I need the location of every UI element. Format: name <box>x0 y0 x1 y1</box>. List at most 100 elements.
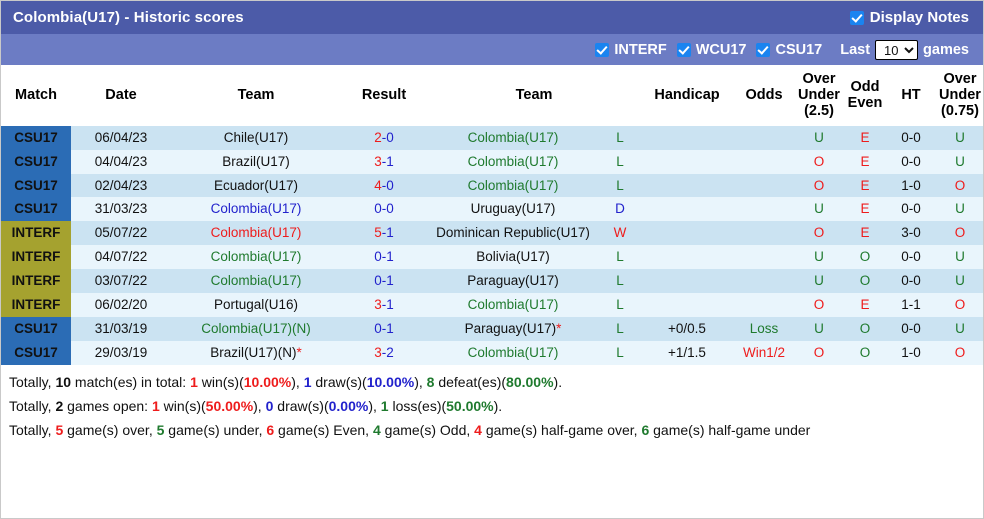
cell-team-home[interactable]: Colombia(U17) <box>171 197 341 222</box>
cell-result[interactable]: 3-1 <box>341 293 427 318</box>
cell-match-type[interactable]: INTERF <box>1 245 71 270</box>
summary-line-overunder-seg-12: game(s) half-game under <box>649 422 811 439</box>
checkbox-checked-icon[interactable] <box>849 10 864 25</box>
cell-halftime: 0-0 <box>887 245 935 270</box>
cell-team-home[interactable]: Portugal(U16) <box>171 293 341 318</box>
table-row[interactable]: INTERF 06/02/20 Portugal(U16) 3-1 Colombia(U… <box>1 293 983 318</box>
cell-team-home[interactable]: Colombia(U17) <box>171 269 341 294</box>
cell-outcome: L <box>599 149 641 174</box>
table-row[interactable]: CSU17 31/03/19 Colombia(U17)(N) 0-1 Paraguay… <box>1 317 983 341</box>
cell-team-away[interactable]: Colombia(U17) <box>427 341 599 365</box>
ou075-value: U <box>955 201 965 217</box>
checkbox-checked-icon[interactable] <box>756 42 771 57</box>
cell-team-away[interactable]: Paraguay(U17)* <box>427 317 599 341</box>
summary-line-open-seg-3: 1 <box>151 398 160 414</box>
team-away-asterisk: * <box>556 321 562 337</box>
cell-team-away[interactable]: Dominican Republic(U17) <box>427 221 599 246</box>
cell-result[interactable]: 0-1 <box>341 245 427 270</box>
table-row[interactable]: INTERF 03/07/22 Colombia(U17) 0-1 Paraguay(U… <box>1 269 983 294</box>
cell-handicap: +0/0.5 <box>641 317 733 341</box>
summary-line-overunder-seg-4: game(s) under, <box>164 422 267 439</box>
cell-match-type[interactable]: CSU17 <box>1 125 71 150</box>
cell-match-type[interactable]: CSU17 <box>1 173 71 198</box>
cell-odd-even: E <box>843 125 887 150</box>
cell-team-home[interactable]: Ecuador(U17) <box>171 173 341 198</box>
outcome-letter: L <box>616 273 624 289</box>
cell-team-away[interactable]: Colombia(U17) <box>427 173 599 198</box>
cell-match-type[interactable]: INTERF <box>1 221 71 246</box>
summary-line-open-seg-8: draw(s)( <box>273 398 329 414</box>
ou075-value: O <box>954 177 966 193</box>
table-row[interactable]: INTERF 04/07/22 Colombia(U17) 0-1 Bolivia(U1… <box>1 245 983 270</box>
summary-line-overunder-seg-6: game(s) Even, <box>274 422 373 439</box>
cell-team-home[interactable]: Brazil(U17) <box>171 149 341 174</box>
summary-line-open: Totally, 2 games open: 1 win(s)(50.00%),… <box>9 394 975 418</box>
cell-team-home[interactable]: Brazil(U17)(N)* <box>171 341 341 365</box>
checkbox-checked-icon[interactable] <box>595 42 610 57</box>
ou25-value: O <box>813 177 825 193</box>
team-home-name: Ecuador(U17) <box>213 177 299 193</box>
cell-result[interactable]: 0-0 <box>341 197 427 222</box>
ou075-value: U <box>955 321 965 337</box>
team-away-name: Uruguay(U17) <box>470 201 556 217</box>
filter-interf-label: INTERF <box>614 41 667 58</box>
cell-odd-even: E <box>843 173 887 198</box>
team-home-name: Colombia(U17) <box>210 249 302 265</box>
cell-result[interactable]: 3-1 <box>341 149 427 174</box>
cell-result[interactable]: 4-0 <box>341 173 427 198</box>
cell-result[interactable]: 2-0 <box>341 125 427 150</box>
table-row[interactable]: CSU17 31/03/23 Colombia(U17) 0-0 Uruguay(U17… <box>1 197 983 222</box>
ou25-value: U <box>814 273 824 289</box>
cell-team-away[interactable]: Colombia(U17) <box>427 149 599 174</box>
cell-match-type[interactable]: INTERF <box>1 269 71 294</box>
cell-team-home[interactable]: Colombia(U17) <box>171 221 341 246</box>
summary-line-open-seg-4: win(s)( <box>159 398 206 414</box>
games-count-select[interactable]: 10203050 <box>875 39 919 60</box>
table-row[interactable]: CSU17 02/04/23 Ecuador(U17) 4-0 Colombia(U17… <box>1 173 983 198</box>
summary-line-overunder-seg-9: 4 <box>474 422 482 439</box>
summary-line-total-seg-9: 10.00% <box>366 373 415 390</box>
table-row[interactable]: CSU17 29/03/19 Brazil(U17)(N)* 3-2 Colombia(… <box>1 341 983 365</box>
table-row[interactable]: INTERF 05/07/22 Colombia(U17) 5-1 Dominican … <box>1 221 983 246</box>
display-notes-toggle[interactable]: Display Notes <box>849 9 969 26</box>
summary-line-open-seg-12: loss(es)( <box>388 398 447 414</box>
cell-team-away[interactable]: Colombia(U17) <box>427 125 599 150</box>
table-row[interactable]: CSU17 06/04/23 Chile(U17) 2-0 Colombia(U17) L… <box>1 125 983 150</box>
filter-interf[interactable]: INTERF <box>595 41 667 58</box>
team-away-name: Dominican Republic(U17) <box>436 225 590 241</box>
cell-result[interactable]: 0-1 <box>341 269 427 294</box>
summary-line-open-seg-13: 50.00% <box>446 398 494 414</box>
cell-team-home[interactable]: Colombia(U17)(N) <box>171 317 341 341</box>
cell-team-home[interactable]: Chile(U17) <box>171 125 341 150</box>
cell-result[interactable]: 5-1 <box>341 221 427 246</box>
cell-team-away[interactable]: Uruguay(U17) <box>427 197 599 222</box>
cell-team-home[interactable]: Colombia(U17) <box>171 245 341 270</box>
cell-team-away[interactable]: Colombia(U17) <box>427 293 599 318</box>
cell-match-type[interactable]: INTERF <box>1 293 71 318</box>
oddeven-value: O <box>859 345 871 360</box>
cell-odds <box>733 293 795 318</box>
cell-odds <box>733 125 795 150</box>
cell-result[interactable]: 0-1 <box>341 317 427 341</box>
team-home-name: Brazil(U17) <box>222 153 290 169</box>
cell-over-under-25: U <box>795 197 843 222</box>
cell-team-away[interactable]: Bolivia(U17) <box>427 245 599 270</box>
cell-match-type[interactable]: CSU17 <box>1 341 71 365</box>
cell-over-under-25: O <box>795 293 843 318</box>
col-header-handicap: Handicap <box>641 65 733 126</box>
checkbox-checked-icon[interactable] <box>676 42 691 57</box>
cell-handicap <box>641 293 733 318</box>
cell-match-type[interactable]: CSU17 <box>1 149 71 174</box>
ou25-value: U <box>814 249 824 265</box>
cell-match-type[interactable]: CSU17 <box>1 317 71 341</box>
filter-wcu17[interactable]: WCU17 <box>676 42 746 58</box>
table-row[interactable]: CSU17 04/04/23 Brazil(U17) 3-1 Colombia(U17)… <box>1 149 983 174</box>
cell-team-away[interactable]: Paraguay(U17) <box>427 269 599 294</box>
ou25-value: O <box>813 225 825 241</box>
cell-halftime: 3-0 <box>887 221 935 246</box>
filter-csu17[interactable]: CSU17 <box>756 42 822 58</box>
cell-result[interactable]: 3-2 <box>341 341 427 365</box>
ou075-line2: Under <box>939 87 981 104</box>
cell-match-type[interactable]: CSU17 <box>1 197 71 222</box>
oddeven-value: E <box>860 297 870 313</box>
